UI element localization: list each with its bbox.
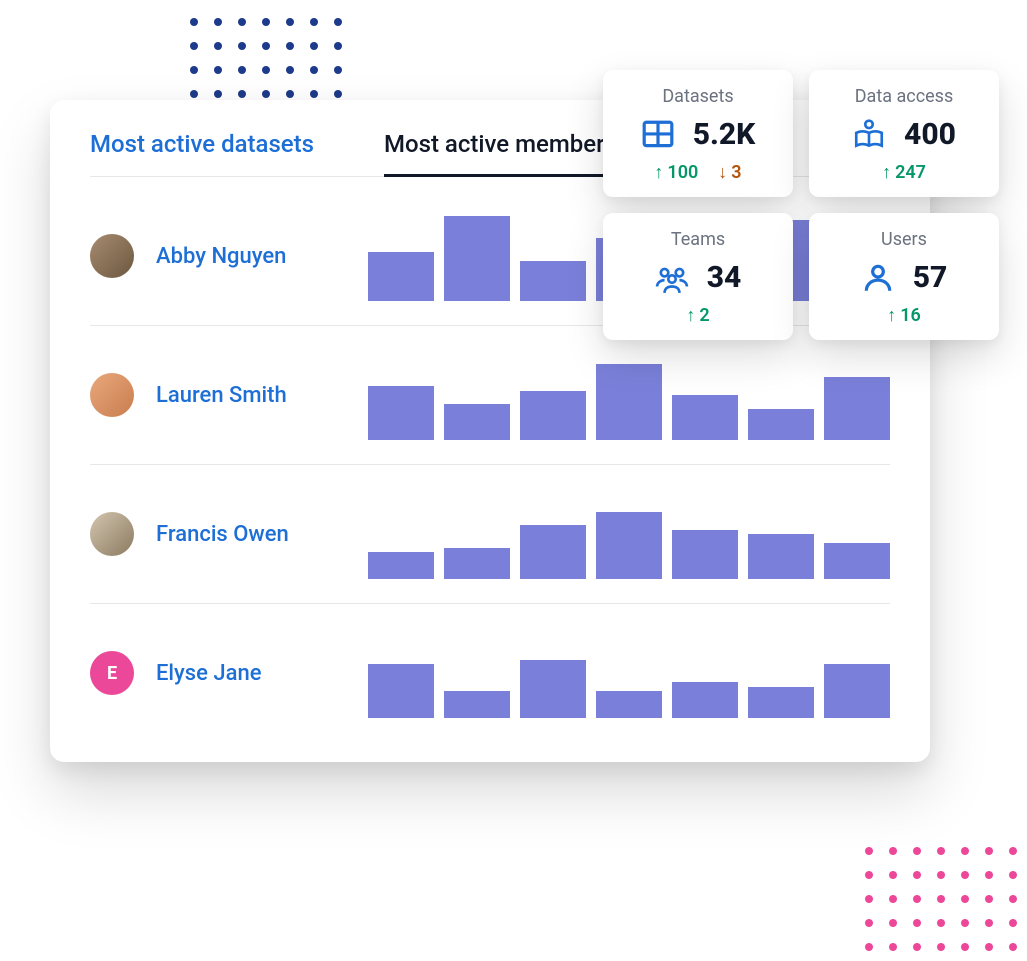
stat-label: Data access [827, 86, 981, 107]
delta-up: ↑16 [887, 305, 921, 326]
bar [368, 386, 434, 440]
stat-card[interactable]: Teams 34 ↑2 [603, 213, 793, 340]
bar [520, 261, 586, 302]
activity-bars [368, 489, 890, 579]
stat-label: Teams [621, 229, 775, 250]
stat-label: Users [827, 229, 981, 250]
stat-cards: Datasets 5.2K ↑100 ↓3 Data access 400 ↑247 Team… [603, 70, 999, 340]
avatar [90, 512, 134, 556]
bar [824, 543, 890, 579]
member-row: Francis Owen [90, 465, 890, 604]
bar [520, 525, 586, 579]
member[interactable]: E Elyse Jane [90, 651, 340, 695]
member-name[interactable]: Lauren Smith [156, 383, 287, 408]
tab-most-active-members[interactable]: Most active members [384, 130, 617, 158]
bar [824, 377, 890, 440]
stat-value: 57 [913, 260, 948, 295]
member-row: E Elyse Jane [90, 604, 890, 742]
stat-value: 400 [904, 117, 956, 152]
member[interactable]: Abby Nguyen [90, 234, 340, 278]
bar [368, 664, 434, 718]
stat-deltas: ↑100 ↓3 [621, 162, 775, 183]
bar [368, 252, 434, 302]
stat-value: 5.2K [693, 117, 756, 152]
avatar [90, 373, 134, 417]
member-name[interactable]: Elyse Jane [156, 661, 262, 686]
member[interactable]: Lauren Smith [90, 373, 340, 417]
arrow-up-icon: ↑ [686, 305, 695, 326]
stat-label: Datasets [621, 86, 775, 107]
decorative-dots-pink [865, 847, 1017, 951]
stat-main: 400 [827, 117, 981, 152]
stat-main: 5.2K [621, 117, 775, 152]
grid-icon [641, 118, 675, 152]
avatar [90, 234, 134, 278]
delta-down: ↓3 [718, 162, 741, 183]
bar [444, 691, 510, 718]
avatar: E [90, 651, 134, 695]
stat-card[interactable]: Datasets 5.2K ↑100 ↓3 [603, 70, 793, 197]
stat-value: 34 [707, 260, 742, 295]
bar [748, 687, 814, 719]
activity-bars [368, 350, 890, 440]
bar [520, 391, 586, 441]
bar [748, 534, 814, 579]
arrow-up-icon: ↑ [887, 305, 896, 326]
stat-deltas: ↑247 [827, 162, 981, 183]
group-icon [655, 261, 689, 295]
bar [596, 364, 662, 441]
bar [444, 548, 510, 580]
stat-deltas: ↑2 [621, 305, 775, 326]
bar [444, 404, 510, 440]
arrow-down-icon: ↓ [718, 162, 727, 183]
stat-card[interactable]: Users 57 ↑16 [809, 213, 999, 340]
delta-up: ↑2 [686, 305, 709, 326]
member-row: Lauren Smith [90, 326, 890, 465]
bar [672, 395, 738, 440]
arrow-up-icon: ↑ [654, 162, 663, 183]
delta-up: ↑247 [882, 162, 926, 183]
bar [748, 409, 814, 441]
stat-main: 34 [621, 260, 775, 295]
member[interactable]: Francis Owen [90, 512, 340, 556]
bar [596, 691, 662, 718]
bar [368, 552, 434, 579]
stat-main: 57 [827, 260, 981, 295]
arrow-up-icon: ↑ [882, 162, 891, 183]
bar [672, 530, 738, 580]
tab-most-active-datasets[interactable]: Most active datasets [90, 130, 314, 158]
stat-deltas: ↑16 [827, 305, 981, 326]
book-icon [852, 118, 886, 152]
member-name[interactable]: Abby Nguyen [156, 244, 286, 269]
bar [444, 216, 510, 302]
member-name[interactable]: Francis Owen [156, 522, 289, 547]
bar [824, 664, 890, 718]
stat-card[interactable]: Data access 400 ↑247 [809, 70, 999, 197]
user-icon [861, 261, 895, 295]
delta-up: ↑100 [654, 162, 698, 183]
bar [672, 682, 738, 718]
bar [520, 660, 586, 719]
bar [596, 512, 662, 580]
activity-bars [368, 628, 890, 718]
